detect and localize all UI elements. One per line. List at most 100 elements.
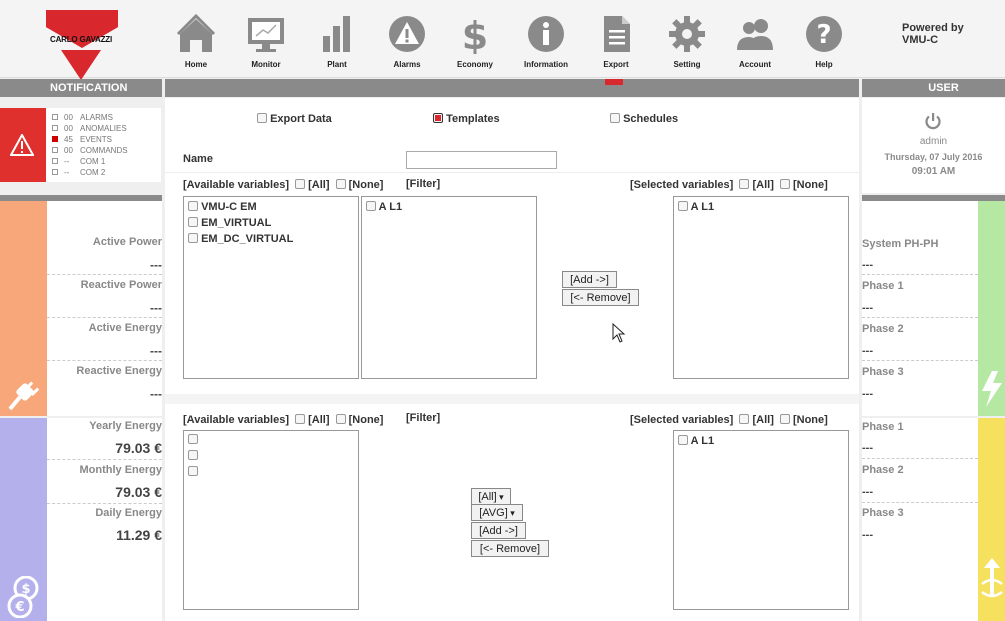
remove-button[interactable]: [<- Remove] — [562, 289, 639, 306]
selected-none-label: [None] — [792, 414, 828, 426]
list-item[interactable] — [188, 450, 198, 462]
powered-by-product: VMU-C — [902, 34, 939, 46]
list-item-checkbox[interactable] — [188, 434, 198, 444]
available-none-label: [None] — [348, 414, 384, 426]
current-phase3-value: --- — [862, 529, 873, 541]
aggregation-select[interactable]: [All] — [471, 488, 511, 505]
selected-none-checkbox[interactable] — [779, 414, 790, 424]
alarm-indicator[interactable] — [0, 108, 46, 182]
notification-row-alarms[interactable]: 00 ALARMS — [52, 113, 113, 122]
help-icon: ? — [806, 16, 842, 52]
nav-setting[interactable]: Setting — [654, 12, 720, 70]
nav-economy[interactable]: $ Economy — [442, 12, 508, 70]
selected-none-label: [None] — [792, 179, 828, 191]
notification-label: ANOMALIES — [80, 124, 127, 133]
notification-row-com1[interactable]: -- COM 1 — [52, 157, 105, 166]
active-power-label: Active Power — [92, 236, 162, 248]
yearly-energy-label: Yearly Energy — [89, 420, 162, 432]
add-button[interactable]: [Add ->] — [562, 271, 617, 288]
notification-count: -- — [64, 168, 70, 177]
notification-row-commands[interactable]: 00 COMMANDS — [52, 146, 128, 155]
selected-none-checkbox[interactable] — [779, 179, 790, 189]
export-data-checkbox[interactable] — [257, 113, 267, 123]
plant-icon — [323, 16, 350, 52]
available-none-checkbox[interactable] — [335, 414, 346, 424]
notification-checkbox — [52, 169, 58, 175]
filter-link[interactable]: [Filter] — [406, 178, 440, 190]
home-icon — [176, 14, 216, 52]
list-item-checkbox[interactable] — [188, 233, 198, 243]
list-item[interactable]: A L1 — [678, 201, 714, 213]
notification-row-events[interactable]: 45 EVENTS — [52, 135, 112, 144]
selected-variable-list[interactable]: A L1 — [673, 196, 849, 379]
nav-home[interactable]: Home — [163, 12, 229, 70]
voltage-phase2-label: Phase 2 — [862, 323, 904, 335]
bottom-remove-button[interactable]: [<- Remove] — [471, 540, 549, 557]
top-navigation-bar: CARLO GAVAZZI Home Monitor Plant Alarms … — [0, 0, 1005, 80]
separator — [47, 459, 162, 460]
selected-all-label: [All] — [752, 414, 774, 426]
bottom-add-button[interactable]: [Add ->] — [471, 522, 526, 539]
tab-export-data[interactable]: Export Data — [257, 113, 332, 125]
filter-link[interactable]: [Filter] — [406, 412, 440, 424]
list-item[interactable] — [188, 434, 198, 446]
coins-icon: $€ — [7, 576, 39, 618]
list-item[interactable]: EM_VIRTUAL — [188, 217, 271, 229]
function-select[interactable]: [AVG] — [471, 504, 523, 521]
list-item[interactable]: EM_DC_VIRTUAL — [188, 233, 293, 245]
nav-export[interactable]: Export — [583, 12, 649, 70]
list-item-checkbox[interactable] — [678, 201, 688, 211]
list-item-checkbox[interactable] — [678, 435, 688, 445]
reactive-energy-value: --- — [150, 387, 162, 401]
list-item[interactable]: A L1 — [366, 201, 402, 213]
nav-account[interactable]: Account — [722, 12, 788, 70]
setting-icon — [669, 16, 705, 52]
nav-help-label: Help — [815, 60, 833, 69]
monitor-icon — [248, 18, 284, 52]
nav-information[interactable]: Information — [513, 12, 579, 70]
separator — [862, 317, 978, 318]
schedules-checkbox[interactable] — [610, 113, 620, 123]
notification-checkbox — [52, 136, 58, 142]
bottom-selected-list[interactable]: A L1 — [673, 430, 849, 610]
power-icon[interactable] — [924, 112, 942, 130]
available-variables-label: [Available variables] — [183, 179, 289, 191]
available-all-checkbox[interactable] — [295, 414, 306, 424]
nav-help[interactable]: ? Help — [791, 12, 857, 70]
list-item[interactable] — [188, 466, 198, 478]
selected-all-checkbox[interactable] — [739, 414, 750, 424]
bottom-available-list[interactable] — [183, 430, 359, 610]
notification-row-com2[interactable]: -- COM 2 — [52, 168, 105, 177]
list-item-checkbox[interactable] — [188, 201, 198, 211]
voltage-panel: System PH-PH --- Phase 1 --- Phase 2 ---… — [862, 201, 978, 416]
nav-monitor[interactable]: Monitor — [233, 12, 299, 70]
notification-checkbox — [52, 158, 58, 164]
list-item[interactable]: VMU-C EM — [188, 201, 257, 213]
list-item-checkbox[interactable] — [188, 466, 198, 476]
templates-checkbox[interactable] — [433, 113, 443, 123]
notification-count: 00 — [64, 124, 73, 133]
variable-list[interactable]: A L1 — [361, 196, 537, 379]
bottom-selector-header: [Available variables] [All] [None] — [183, 414, 383, 426]
nav-plant[interactable]: Plant — [304, 12, 370, 70]
tab-schedules[interactable]: Schedules — [610, 113, 678, 125]
notification-row-anomalies[interactable]: 00 ANOMALIES — [52, 124, 127, 133]
template-name-input[interactable] — [406, 151, 557, 169]
device-list[interactable]: VMU-C EM EM_VIRTUAL EM_DC_VIRTUAL — [183, 196, 359, 379]
list-item-checkbox[interactable] — [188, 217, 198, 227]
monthly-energy-label: Monthly Energy — [79, 464, 162, 476]
system-phph-label: System PH-PH — [862, 238, 939, 250]
carlo-gavazzi-logo: CARLO GAVAZZI — [46, 10, 126, 80]
selected-all-label: [All] — [752, 179, 774, 191]
tab-templates[interactable]: Templates — [433, 113, 500, 125]
current-color-strip — [978, 418, 1005, 621]
available-none-checkbox[interactable] — [335, 179, 346, 189]
nav-alarms[interactable]: Alarms — [374, 12, 440, 70]
list-item[interactable]: A L1 — [678, 435, 714, 447]
available-all-checkbox[interactable] — [295, 179, 306, 189]
user-panel: admin Thursday, 07 July 2016 09:01 AM — [862, 98, 1005, 193]
selected-all-checkbox[interactable] — [739, 179, 750, 189]
notification-label: ALARMS — [80, 113, 113, 122]
list-item-checkbox[interactable] — [188, 450, 198, 460]
list-item-checkbox[interactable] — [366, 201, 376, 211]
